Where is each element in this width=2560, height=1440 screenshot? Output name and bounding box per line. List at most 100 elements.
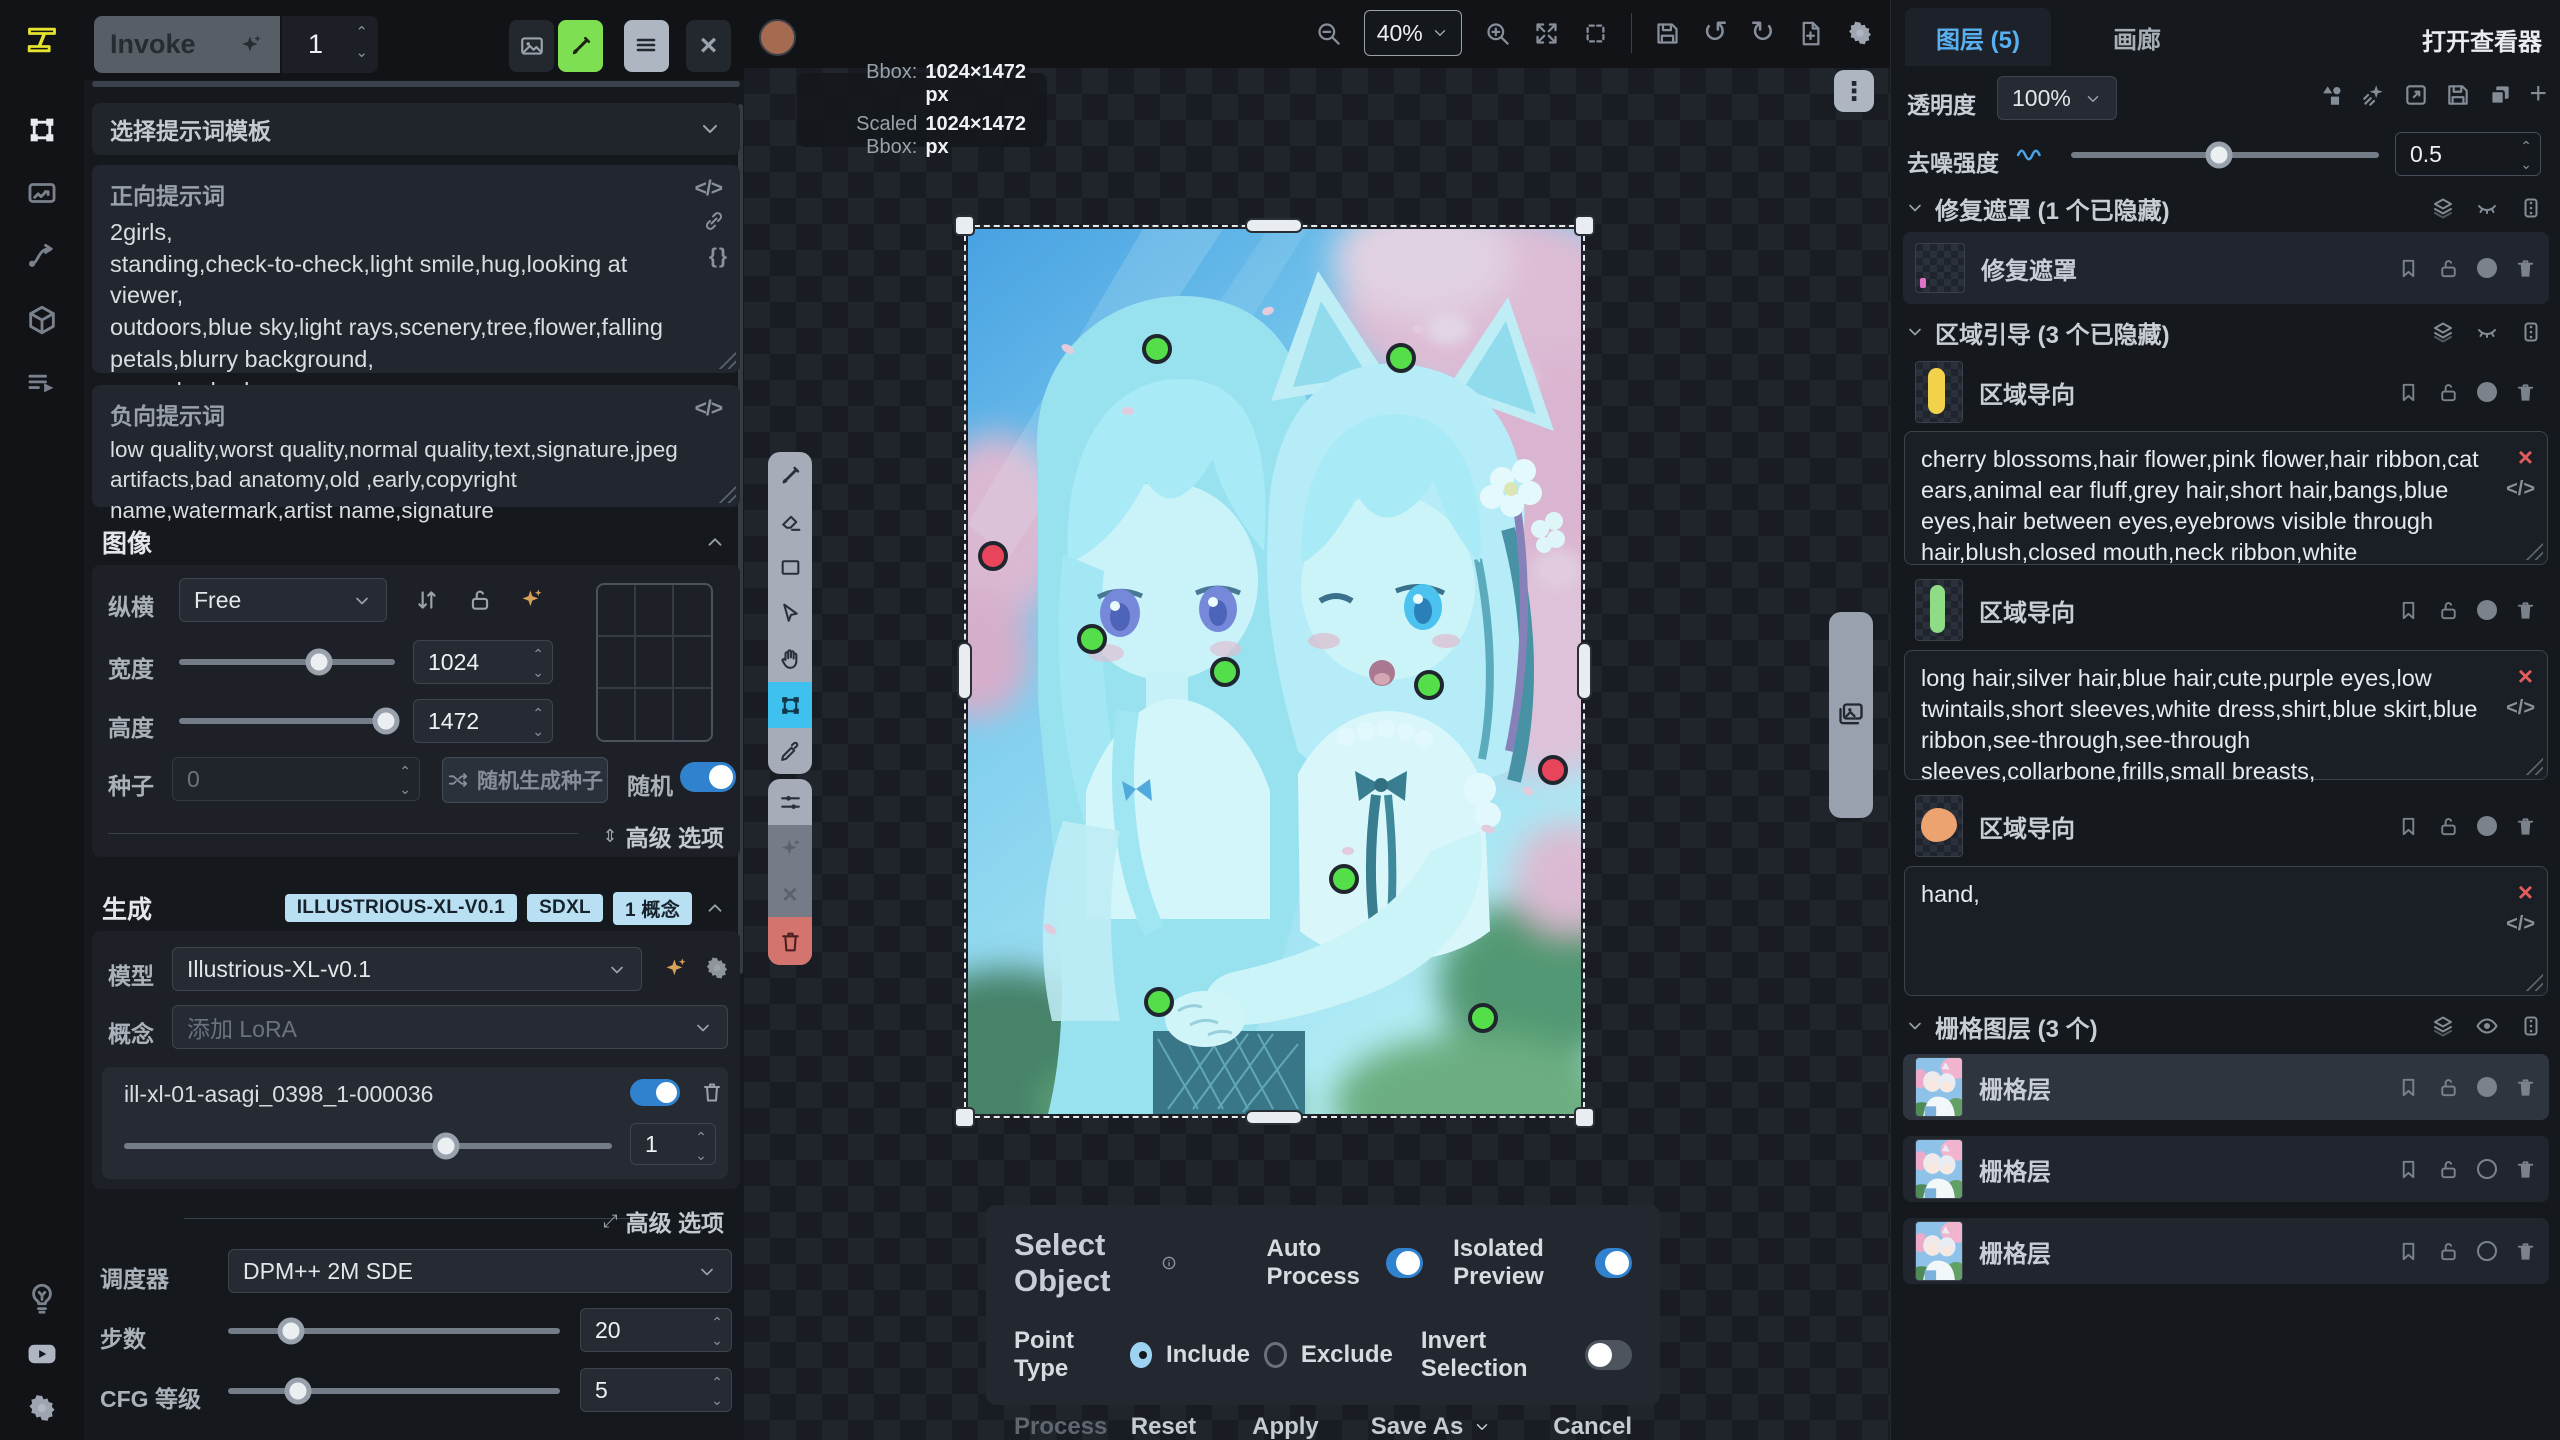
eye-closed-icon[interactable] xyxy=(2475,320,2499,344)
reset-button[interactable]: Reset xyxy=(1131,1413,1196,1440)
color-swatch[interactable] xyxy=(759,19,796,56)
lock-aspect-icon[interactable] xyxy=(467,587,493,613)
lock-icon[interactable] xyxy=(2437,257,2460,280)
select-point[interactable] xyxy=(1538,755,1568,785)
height-slider[interactable] xyxy=(179,718,395,724)
model-sparkle-icon[interactable] xyxy=(662,955,689,982)
transform-sparkle-tool[interactable] xyxy=(768,825,812,871)
image-advanced-options[interactable]: ⇕高级 选项 xyxy=(603,819,724,853)
generation-advanced-options[interactable]: ⤢高级 选项 xyxy=(603,1204,724,1238)
resize-handle-w[interactable] xyxy=(957,642,972,700)
code-embed-icon[interactable]: </> xyxy=(2506,911,2535,937)
code-embed-icon[interactable]: </> xyxy=(695,397,722,431)
select-point[interactable] xyxy=(1144,987,1174,1017)
layers-stack-icon[interactable] xyxy=(2431,1014,2455,1038)
lock-icon[interactable] xyxy=(2437,599,2460,622)
board-icon[interactable] xyxy=(2519,196,2543,220)
select-point[interactable] xyxy=(1077,624,1107,654)
lora-select[interactable]: 添加 LoRA xyxy=(172,1005,728,1049)
nav-workflows-tab[interactable] xyxy=(22,236,62,276)
move-tool[interactable] xyxy=(768,590,812,636)
cancel-button[interactable]: Cancel xyxy=(1553,1413,1632,1440)
delete-prompt-x-icon[interactable]: × xyxy=(2518,440,2533,474)
process-button[interactable]: Process xyxy=(1014,1413,1107,1440)
nav-queue-tab[interactable] xyxy=(22,364,62,404)
delete-prompt-x-icon[interactable]: × xyxy=(2518,659,2533,693)
width-slider[interactable] xyxy=(179,659,395,665)
include-radio[interactable] xyxy=(1130,1342,1152,1368)
steps-input[interactable]: 20 ⌃⌄ xyxy=(580,1308,732,1352)
eyedropper-tool[interactable] xyxy=(768,728,812,774)
bookmark-icon[interactable] xyxy=(2397,599,2420,622)
image-section-header[interactable]: 图像 xyxy=(92,522,740,562)
select-object-tool[interactable] xyxy=(768,682,812,728)
layer-color-circle[interactable] xyxy=(2477,382,2497,402)
lora-weight-input[interactable]: 1 ⌃⌄ xyxy=(630,1123,716,1165)
tab-layers[interactable]: 图层 (5) xyxy=(1905,8,2051,66)
resize-handle-e[interactable] xyxy=(1577,642,1592,700)
select-point[interactable] xyxy=(1468,1003,1498,1033)
resize-handle[interactable] xyxy=(2523,971,2543,991)
zoom-level-select[interactable]: 40% xyxy=(1364,10,1462,56)
bookmark-icon[interactable] xyxy=(2397,815,2420,838)
fit-to-view-icon[interactable] xyxy=(1533,20,1560,47)
stepper-arrows-icon[interactable]: ⌃⌄ xyxy=(355,23,368,64)
resize-handle-se[interactable] xyxy=(1574,1107,1595,1128)
lock-icon[interactable] xyxy=(2437,381,2460,404)
merge-shapes-icon[interactable] xyxy=(2319,82,2345,108)
duplicate-icon[interactable] xyxy=(2487,82,2513,108)
invert-selection-toggle[interactable] xyxy=(1585,1340,1632,1370)
pan-hand-tool[interactable] xyxy=(768,636,812,682)
regional-prompt-box[interactable]: long hair,silver hair,blue hair,cute,pur… xyxy=(1904,650,2548,780)
eye-icon[interactable] xyxy=(2475,1014,2499,1038)
raster-layer-row[interactable]: 栅格层 xyxy=(1903,1054,2549,1120)
board-icon[interactable] xyxy=(2519,1014,2543,1038)
layer-color-circle[interactable] xyxy=(2477,816,2497,836)
steps-slider[interactable] xyxy=(228,1328,560,1334)
trash-icon[interactable] xyxy=(2514,599,2537,622)
resize-handle-sw[interactable] xyxy=(954,1107,975,1128)
trash-icon[interactable] xyxy=(2514,1158,2537,1181)
resize-handle[interactable] xyxy=(716,349,736,369)
fit-bbox-icon[interactable] xyxy=(1582,20,1609,47)
code-embed-icon[interactable]: </> xyxy=(2506,476,2535,502)
tool-settings-sliders[interactable] xyxy=(768,779,812,825)
regional-prompt-box[interactable]: cherry blossoms,hair flower,pink flower,… xyxy=(1904,431,2548,565)
layer-color-circle[interactable] xyxy=(2477,600,2497,620)
layer-color-circle[interactable] xyxy=(2477,1241,2497,1261)
cancel-x-button[interactable]: × xyxy=(686,20,731,72)
select-point[interactable] xyxy=(978,541,1008,571)
bookmark-icon[interactable] xyxy=(2397,1240,2420,1263)
canvas-settings-gear-icon[interactable] xyxy=(1846,19,1874,47)
delete-trash-tool[interactable] xyxy=(768,917,812,965)
resize-handle-n[interactable] xyxy=(1245,218,1303,233)
regional-layer-row[interactable]: 区域导向 xyxy=(1903,576,2549,644)
regional-prompt-box[interactable]: hand, × </> xyxy=(1904,866,2548,996)
board-icon[interactable] xyxy=(2519,320,2543,344)
random-seed-button[interactable]: 随机生成种子 xyxy=(442,757,608,803)
lock-icon[interactable] xyxy=(2437,1076,2460,1099)
layer-color-circle[interactable] xyxy=(2477,1159,2497,1179)
nav-upscale-tab[interactable] xyxy=(22,173,62,213)
aspect-select[interactable]: Free xyxy=(179,578,387,622)
height-input[interactable]: 1472 ⌃⌄ xyxy=(413,699,553,743)
negative-prompt-input[interactable]: low quality,worst quality,normal quality… xyxy=(110,435,698,526)
select-point[interactable] xyxy=(1210,657,1240,687)
gallery-drawer-handle[interactable] xyxy=(1829,612,1873,818)
lock-icon[interactable] xyxy=(2437,1158,2460,1181)
nav-models-tab[interactable] xyxy=(22,300,62,340)
layers-stack-icon[interactable] xyxy=(2431,196,2455,220)
positive-prompt-input[interactable]: 2girls, standing,check-to-check,light sm… xyxy=(110,217,670,407)
inpaint-mask-group-header[interactable]: 修复遮罩 (1 个已隐藏) xyxy=(1891,186,2560,230)
trash-icon[interactable] xyxy=(2514,815,2537,838)
raster-layer-row[interactable]: 栅格层 xyxy=(1903,1136,2549,1202)
generation-section-header[interactable]: 生成 ILLUSTRIOUS-XL-V0.1 SDXL 1 概念 xyxy=(92,888,740,928)
settings-gear-icon[interactable] xyxy=(22,1388,62,1428)
bookmark-icon[interactable] xyxy=(2397,1076,2420,1099)
rect-tool[interactable] xyxy=(768,544,812,590)
undo-icon[interactable]: ↺ xyxy=(1703,18,1728,48)
width-input[interactable]: 1024 ⌃⌄ xyxy=(413,640,553,684)
random-seed-toggle[interactable] xyxy=(680,762,736,792)
trash-icon[interactable] xyxy=(2514,1076,2537,1099)
opacity-select[interactable]: 100% xyxy=(1997,76,2117,120)
